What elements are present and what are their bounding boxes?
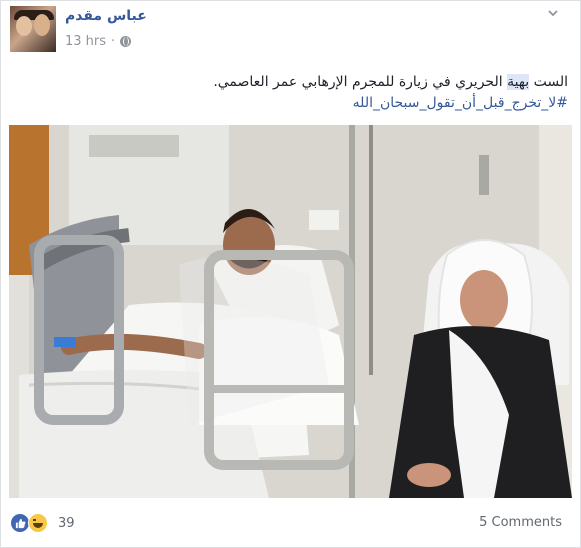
post-card: عباس مقدم 13 hrs · الست بهية الحريري في … [0, 0, 581, 548]
hashtag-link[interactable]: #لا_تخرج_قبل_أن_تقول_سبحان_الله [28, 95, 568, 111]
post-text-end: الحريري في زيارة للمجرم الإرهابي عمر الع… [213, 74, 508, 90]
post-text: الست بهية الحريري في زيارة للمجرم الإرها… [28, 71, 568, 93]
post-text-start: الست [529, 74, 568, 90]
tagged-highlight: بهية [507, 74, 530, 90]
comments-link[interactable]: 5 Comments [479, 515, 562, 530]
globe-icon[interactable] [120, 36, 132, 47]
post-photo[interactable] [9, 125, 572, 498]
post-stats: 39 5 Comments [1, 507, 580, 539]
reactions-summary[interactable]: 39 [10, 513, 75, 533]
post-meta: 13 hrs · [65, 34, 132, 49]
haha-icon [28, 513, 48, 533]
chevron-down-icon[interactable] [547, 7, 559, 19]
like-icon [10, 513, 30, 533]
reactions-count: 39 [58, 515, 75, 531]
author-avatar[interactable] [10, 6, 56, 52]
post-timestamp[interactable]: 13 hrs [65, 34, 106, 49]
separator-dot: · [111, 34, 116, 49]
author-name[interactable]: عباس مقدم [65, 8, 147, 24]
